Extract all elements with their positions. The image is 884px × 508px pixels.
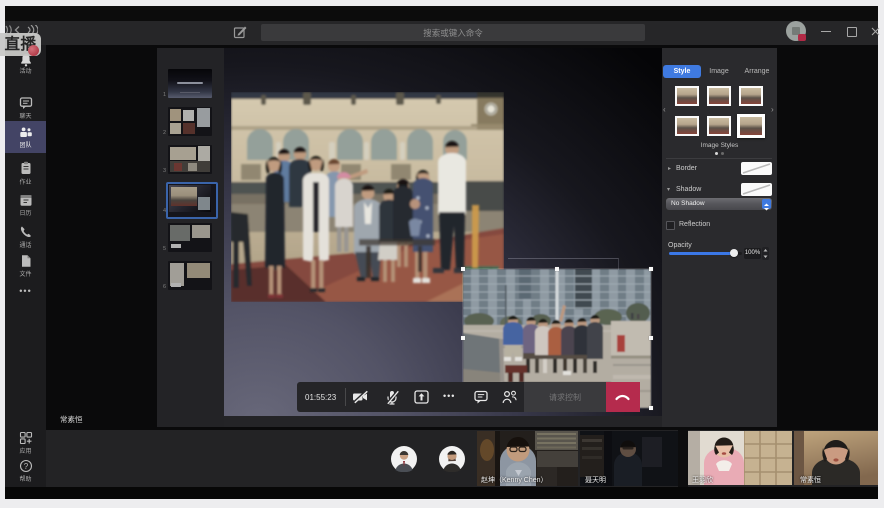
svg-text:?: ? [24,462,29,471]
